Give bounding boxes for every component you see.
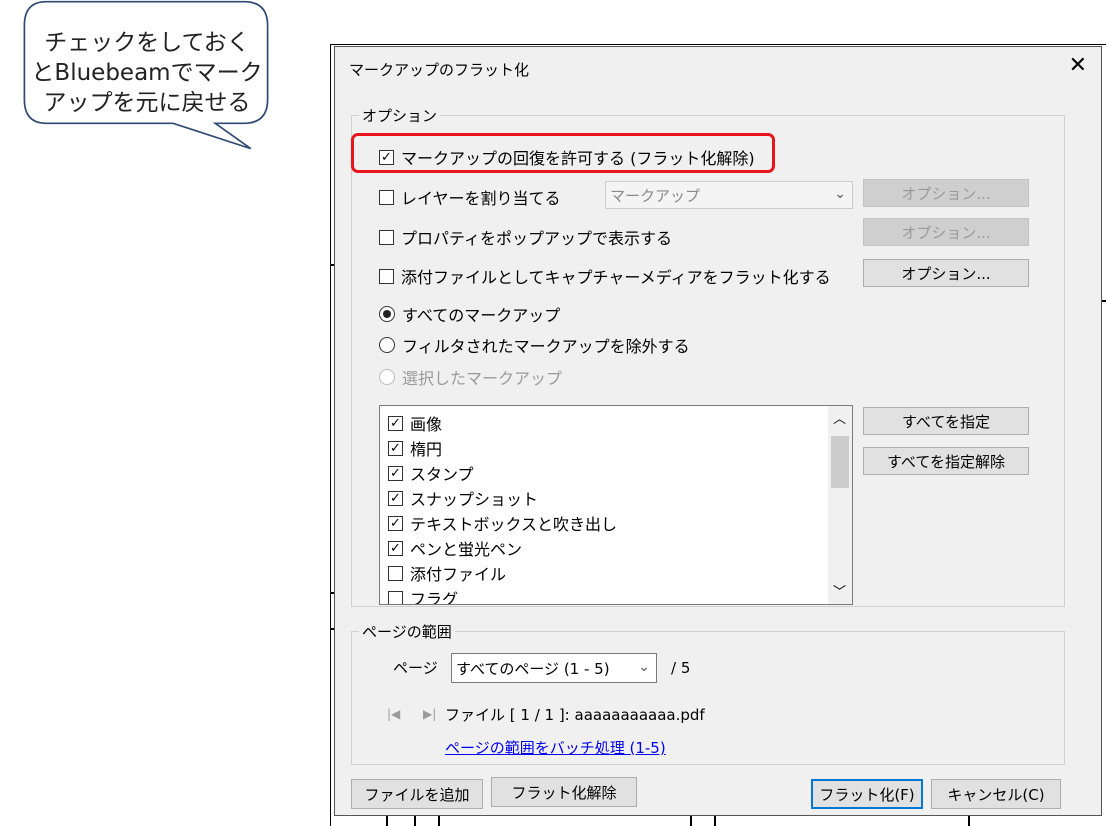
list-item-label: 楕円: [410, 440, 443, 459]
close-icon[interactable]: ✕: [1069, 53, 1087, 78]
cancel-button[interactable]: キャンセル(C): [931, 779, 1061, 809]
layer-options-button[interactable]: オプション...: [863, 179, 1029, 207]
attach-media-checkbox[interactable]: [379, 268, 394, 284]
assign-layer-option[interactable]: レイヤーを割り当てる: [379, 185, 561, 209]
callout-line: とBluebeamでマーク: [31, 60, 263, 86]
markup-type-list[interactable]: ✓ 画像 ✓ 楕円 ✓ スタンプ ✓ スナップショット ✓ テキストボックスと吹…: [379, 405, 853, 605]
drawing-line: [330, 44, 331, 826]
list-item-checkbox[interactable]: ✓: [388, 440, 403, 456]
page-range-legend: ページの範囲: [359, 621, 455, 642]
assign-layer-label: レイヤーを割り当てる: [401, 189, 561, 208]
callout-line: アップを元に戻せる: [43, 90, 251, 116]
deselect-all-button[interactable]: すべてを指定解除: [863, 447, 1029, 475]
properties-options-button[interactable]: オプション...: [863, 218, 1029, 246]
attach-media-option[interactable]: 添付ファイルとしてキャプチャーメディアをフラット化する: [379, 264, 831, 288]
list-item[interactable]: ✓ スタンプ: [388, 461, 474, 485]
list-item-checkbox[interactable]: ✓: [388, 540, 403, 556]
layer-select-value: マークアップ: [610, 186, 701, 205]
callout-text: チェックをしておく とBluebeamでマーク アップを元に戻せる: [14, 28, 280, 118]
radio-selected-label: 選択したマークアップ: [402, 369, 563, 388]
drawing-line: [690, 816, 692, 826]
radio-selected-markups[interactable]: 選択したマークアップ: [379, 365, 562, 389]
batch-process-link[interactable]: ページの範囲をバッチ処理 (1-5): [445, 737, 666, 758]
list-item[interactable]: ✓ 楕円: [388, 436, 442, 460]
properties-popup-option[interactable]: プロパティをポップアップで表示する: [379, 225, 672, 249]
first-file-icon[interactable]: |◀: [387, 707, 400, 721]
list-item-checkbox[interactable]: [388, 590, 403, 604]
list-item-label: 画像: [410, 415, 443, 434]
list-item[interactable]: フラグ: [388, 586, 459, 605]
options-legend: オプション: [359, 105, 441, 126]
chevron-down-icon[interactable]: ﹀: [833, 581, 846, 600]
list-item-checkbox[interactable]: ✓: [388, 415, 403, 431]
attach-media-label: 添付ファイルとしてキャプチャーメディアをフラット化する: [401, 268, 831, 287]
list-item-label: 添付ファイル: [410, 565, 507, 584]
list-scrollbar[interactable]: ︿ ﹀: [828, 406, 852, 604]
radio-filtered-markups[interactable]: フィルタされたマークアップを除外する: [379, 333, 690, 357]
chevron-down-icon: ⌄: [638, 659, 650, 676]
scrollbar-thumb[interactable]: [831, 436, 849, 488]
list-item-checkbox[interactable]: ✓: [388, 515, 403, 531]
list-item-label: ペンと蛍光ペン: [410, 540, 523, 559]
list-item-label: フラグ: [410, 590, 459, 605]
list-item[interactable]: 添付ファイル: [388, 561, 506, 585]
media-options-button[interactable]: オプション...: [863, 259, 1029, 287]
page-select-value: すべてのページ (1 - 5): [456, 659, 610, 678]
assign-layer-checkbox[interactable]: [379, 189, 394, 205]
flatten-button[interactable]: フラット化(F): [811, 779, 923, 809]
list-item-label: テキストボックスと吹き出し: [410, 515, 618, 534]
list-item[interactable]: ✓ ペンと蛍光ペン: [388, 536, 522, 560]
drawing-line: [438, 816, 440, 826]
unflatten-button[interactable]: フラット化解除: [491, 777, 637, 807]
list-item-label: スナップショット: [410, 490, 539, 509]
drawing-line: [1102, 300, 1106, 302]
list-item[interactable]: ✓ テキストボックスと吹き出し: [388, 511, 617, 535]
drawing-line: [968, 816, 970, 826]
page-label: ページ: [393, 659, 438, 677]
radio-all-button[interactable]: [379, 306, 395, 322]
callout-line: チェックをしておく: [44, 30, 250, 56]
select-all-button[interactable]: すべてを指定: [863, 407, 1029, 435]
radio-selected-button[interactable]: [379, 369, 395, 385]
allow-restore-label: マークアップの回復を許可する (フラット化解除): [401, 149, 755, 168]
page-select[interactable]: すべてのページ (1 - 5) ⌄: [451, 653, 657, 683]
radio-all-markups[interactable]: すべてのマークアップ: [379, 302, 560, 326]
page-total: / 5: [671, 659, 691, 677]
add-file-button[interactable]: ファイルを追加: [351, 779, 483, 809]
chevron-up-icon[interactable]: ︿: [833, 408, 846, 427]
list-item[interactable]: ✓ スナップショット: [388, 486, 538, 510]
drawing-line: [714, 816, 716, 826]
properties-popup-label: プロパティをポップアップで表示する: [401, 229, 673, 248]
list-item-checkbox[interactable]: [388, 565, 403, 581]
chevron-down-icon: ⌄: [834, 186, 846, 203]
radio-filtered-label: フィルタされたマークアップを除外する: [402, 337, 690, 356]
flatten-markups-dialog: マークアップのフラット化 ✕ オプション ✓ マークアップの回復を許可する (フ…: [334, 46, 1102, 816]
properties-popup-checkbox[interactable]: [379, 229, 394, 245]
drawing-line: [330, 44, 1106, 45]
radio-filtered-button[interactable]: [379, 337, 395, 353]
layer-select[interactable]: マークアップ ⌄: [605, 181, 853, 209]
dialog-title: マークアップのフラット化: [349, 61, 530, 79]
drawing-line: [414, 816, 416, 826]
file-info: ファイル [ 1 / 1 ]: aaaaaaaaaaa.pdf: [445, 706, 705, 724]
radio-all-label: すべてのマークアップ: [402, 306, 561, 325]
allow-restore-option[interactable]: ✓ マークアップの回復を許可する (フラット化解除): [379, 145, 755, 169]
list-item-checkbox[interactable]: ✓: [388, 490, 403, 506]
list-item-label: スタンプ: [410, 465, 474, 484]
allow-restore-checkbox[interactable]: ✓: [379, 149, 394, 165]
list-item[interactable]: ✓ 画像: [388, 411, 442, 435]
drawing-line: [386, 816, 388, 826]
next-file-icon[interactable]: ▶|: [423, 707, 436, 721]
list-item-checkbox[interactable]: ✓: [388, 465, 403, 481]
